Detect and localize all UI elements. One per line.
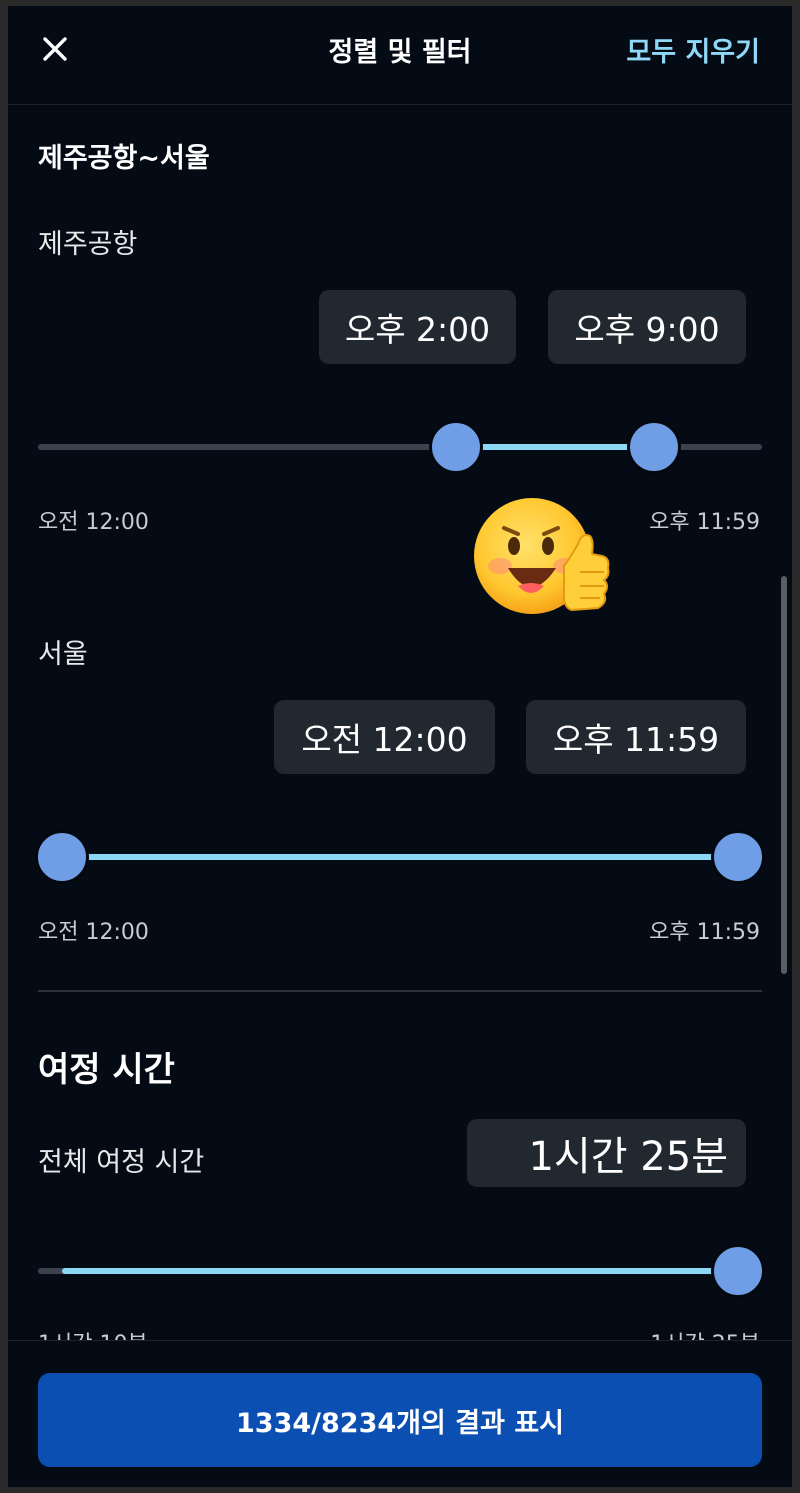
origin-slider-from-thumb[interactable] — [429, 420, 484, 474]
show-results-button[interactable]: 1334/8234개의 결과 표시 — [38, 1373, 762, 1467]
duration-label: 전체 여정 시간 — [38, 1147, 205, 1178]
origin-slider-active-range — [456, 444, 654, 450]
duration-section-title: 여정 시간 — [38, 1050, 175, 1090]
scrollbar[interactable] — [781, 576, 787, 974]
destination-from-time[interactable]: 오전 12:00 — [274, 700, 495, 774]
destination-slider-active-range — [62, 854, 738, 860]
footer: 1334/8234개의 결과 표시 — [8, 1340, 792, 1487]
destination-range-min: 오전 12:00 — [38, 920, 149, 945]
destination-slider-to-thumb[interactable] — [711, 830, 765, 884]
clear-all-button[interactable]: 모두 지우기 — [626, 30, 760, 69]
section-divider — [38, 990, 762, 992]
route-section-title: 제주공항~서울 — [38, 143, 210, 174]
origin-from-time[interactable]: 오후 2:00 — [319, 290, 516, 364]
duration-slider-active-range — [62, 1268, 738, 1274]
destination-range-max: 오후 11:59 — [649, 920, 760, 945]
destination-to-time[interactable]: 오후 11:59 — [526, 700, 746, 774]
origin-slider-to-thumb[interactable] — [626, 420, 681, 474]
filter-screen: 정렬 및 필터 모두 지우기 제주공항~서울 제주공항 오후 2:00 오후 9… — [8, 6, 792, 1487]
destination-label: 서울 — [38, 639, 88, 670]
origin-range-min: 오전 12:00 — [38, 510, 149, 535]
origin-range-max: 오후 11:59 — [649, 510, 760, 535]
destination-slider-from-thumb[interactable] — [35, 830, 89, 884]
origin-label: 제주공항 — [38, 229, 138, 260]
duration-value[interactable]: 1시간 25분 — [467, 1119, 746, 1187]
origin-to-time[interactable]: 오후 9:00 — [548, 290, 746, 364]
header: 정렬 및 필터 모두 지우기 — [8, 6, 792, 105]
thumbs-up-emoji-icon — [474, 498, 610, 614]
duration-slider-thumb[interactable] — [711, 1244, 765, 1298]
